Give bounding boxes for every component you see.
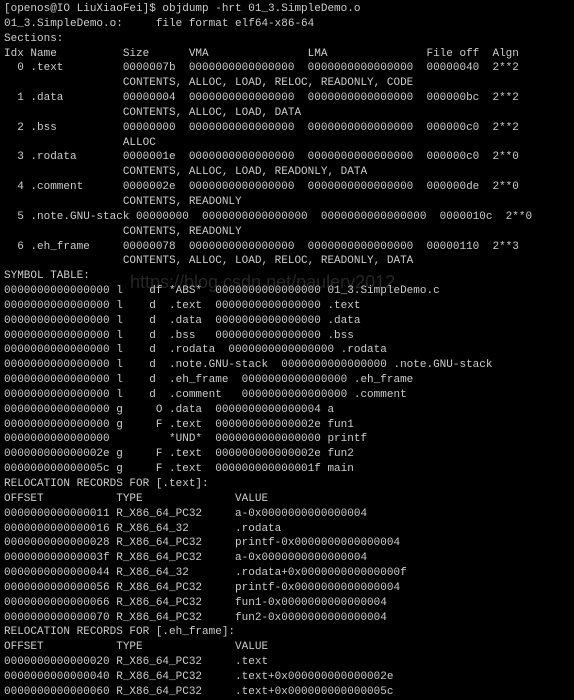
reloc-columns: OFFSET TYPE VALUE — [4, 492, 570, 507]
symbol-row: 0000000000000000 g F .text 0000000000000… — [4, 418, 570, 433]
section-row: 2 .bss 00000000 0000000000000000 0000000… — [4, 121, 570, 136]
symbol-row: 0000000000000000 l d .rodata 00000000000… — [4, 343, 570, 358]
symbol-row: 0000000000000000 g O .data 0000000000000… — [4, 403, 570, 418]
section-attr: CONTENTS, ALLOC, LOAD, READONLY, DATA — [4, 165, 570, 180]
reloc-row: 0000000000000020 R_X86_64_PC32 .text — [4, 655, 570, 670]
section-row: 4 .comment 0000002e 0000000000000000 000… — [4, 180, 570, 195]
prompt-line: [openos@IO LiuXiaoFei]$ objdump -hrt 01_… — [4, 2, 570, 17]
section-row: 6 .eh_frame 00000078 0000000000000000 00… — [4, 240, 570, 255]
reloc-row: 0000000000000066 R_X86_64_PC32 fun1-0x00… — [4, 596, 570, 611]
section-row: 0 .text 0000007b 0000000000000000 000000… — [4, 61, 570, 76]
reloc-columns: OFFSET TYPE VALUE — [4, 640, 570, 655]
symbol-row: 000000000000002e g F .text 0000000000000… — [4, 447, 570, 462]
symbol-row: 0000000000000000 l df *ABS* 000000000000… — [4, 284, 570, 299]
sections-columns: Idx Name Size VMA LMA File off Algn — [4, 47, 570, 62]
section-row: 1 .data 00000004 0000000000000000 000000… — [4, 91, 570, 106]
reloc-row: 0000000000000070 R_X86_64_PC32 fun2-0x00… — [4, 611, 570, 626]
reloc-eh-header: RELOCATION RECORDS FOR [.eh_frame]: — [4, 625, 570, 640]
reloc-row: 0000000000000028 R_X86_64_PC32 printf-0x… — [4, 536, 570, 551]
symbol-row: 0000000000000000 l d .note.GNU-stack 000… — [4, 358, 570, 373]
reloc-row: 0000000000000016 R_X86_64_32 .rodata — [4, 522, 570, 537]
file-info: 01_3.SimpleDemo.o: file format elf64-x86… — [4, 17, 570, 32]
reloc-row: 0000000000000040 R_X86_64_PC32 .text+0x0… — [4, 670, 570, 685]
symbol-row: 0000000000000000 l d .comment 0000000000… — [4, 388, 570, 403]
section-attr: CONTENTS, READONLY — [4, 225, 570, 240]
symbol-row: 0000000000000000 l d .bss 00000000000000… — [4, 329, 570, 344]
symbol-row: 0000000000000000 l d .eh_frame 000000000… — [4, 373, 570, 388]
sections-header: Sections: — [4, 32, 570, 47]
reloc-row: 0000000000000011 R_X86_64_PC32 a-0x00000… — [4, 507, 570, 522]
reloc-row: 0000000000000060 R_X86_64_PC32 .text+0x0… — [4, 685, 570, 700]
symbol-row: 0000000000000000 l d .text 0000000000000… — [4, 299, 570, 314]
symbol-row: 0000000000000000 *UND* 0000000000000000 … — [4, 432, 570, 447]
reloc-row: 0000000000000056 R_X86_64_PC32 printf-0x… — [4, 581, 570, 596]
symbol-row: 000000000000005c g F .text 0000000000000… — [4, 462, 570, 477]
reloc-text-header: RELOCATION RECORDS FOR [.text]: — [4, 477, 570, 492]
section-attr: CONTENTS, READONLY — [4, 195, 570, 210]
symbol-row: 0000000000000000 l d .data 0000000000000… — [4, 314, 570, 329]
section-row: 5 .note.GNU-stack 00000000 0000000000000… — [4, 210, 570, 225]
section-attr: CONTENTS, ALLOC, LOAD, RELOC, READONLY, … — [4, 76, 570, 91]
reloc-row: 0000000000000044 R_X86_64_32 .rodata+0x0… — [4, 566, 570, 581]
section-attr: CONTENTS, ALLOC, LOAD, RELOC, READONLY, … — [4, 254, 570, 269]
symbol-table-header: SYMBOL TABLE: — [4, 269, 570, 284]
section-attr: ALLOC — [4, 136, 570, 151]
section-row: 3 .rodata 0000001e 0000000000000000 0000… — [4, 150, 570, 165]
section-attr: CONTENTS, ALLOC, LOAD, DATA — [4, 106, 570, 121]
reloc-row: 000000000000003f R_X86_64_PC32 a-0x00000… — [4, 551, 570, 566]
